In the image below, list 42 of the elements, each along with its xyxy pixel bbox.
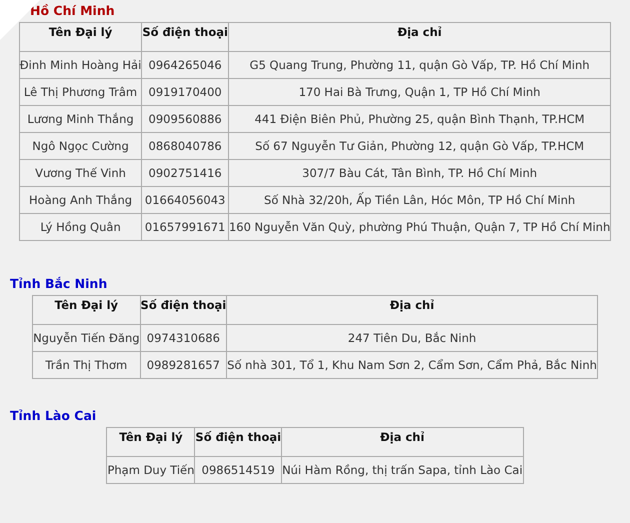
table-cell: 0986514519 bbox=[194, 456, 282, 484]
column-header: Số điện thoại bbox=[194, 428, 282, 456]
table-cell: Số Nhà 32/20h, Ấp Tiền Lân, Hóc Môn, TP Hồ Chí Minh bbox=[228, 186, 611, 214]
section-heading: Hồ Chí Minh bbox=[29, 2, 116, 20]
table-cell: Ngô Ngọc Cường bbox=[19, 132, 142, 160]
table-cell: 0974310686 bbox=[140, 324, 227, 352]
table-cell: Vương Thế Vinh bbox=[19, 160, 142, 186]
section-heading: Tỉnh Bắc Ninh bbox=[10, 275, 108, 293]
table-cell: Phạm Duy Tiến bbox=[106, 456, 195, 484]
table-cell: 0909560886 bbox=[142, 106, 228, 132]
table-cell: Trần Thị Thơm bbox=[32, 352, 140, 378]
table-cell: Hoàng Anh Thắng bbox=[19, 186, 142, 214]
table-cell: 247 Tiên Du, Bắc Ninh bbox=[226, 324, 598, 352]
table-cell: 0902751416 bbox=[142, 160, 228, 186]
table-cell: Số nhà 301, Tổ 1, Khu Nam Sơn 2, Cẩm Sơn, Cẩm Phả, Bắc Ninh bbox=[226, 352, 598, 378]
table-cell: Lý Hồng Quân bbox=[19, 214, 142, 240]
table-cell: Lương Minh Thắng bbox=[19, 106, 142, 132]
column-header: Tên Đại lý bbox=[106, 428, 195, 456]
section-heading: Tỉnh Lào Cai bbox=[10, 407, 98, 425]
table-cell: 0964265046 bbox=[142, 52, 228, 78]
table-cell: 0919170400 bbox=[142, 78, 228, 106]
table-cell: Núi Hàm Rồng, thị trấn Sapa, tỉnh Lào Cai bbox=[282, 456, 524, 484]
column-header: Địa chỉ bbox=[228, 22, 611, 52]
column-header: Số điện thoại bbox=[142, 22, 228, 52]
column-header: Số điện thoại bbox=[140, 296, 227, 324]
table-cell: 01664056043 bbox=[142, 186, 228, 214]
table-cell: 0989281657 bbox=[140, 352, 227, 378]
table-cell: Đinh Minh Hoàng Hải bbox=[19, 52, 142, 78]
table-cell: 0868040786 bbox=[142, 132, 228, 160]
column-header: Tên Đại lý bbox=[19, 22, 142, 52]
column-header: Địa chỉ bbox=[226, 296, 598, 324]
table-cell: Lê Thị Phương Trâm bbox=[19, 78, 142, 106]
table-cell: G5 Quang Trung, Phường 11, quận Gò Vấp, TP. Hồ Chí Minh bbox=[228, 52, 611, 78]
table-cell: Số 67 Nguyễn Tư Giản, Phường 12, quận Gò Vấp, TP.HCM bbox=[228, 132, 611, 160]
table-cell: Nguyễn Tiến Đăng bbox=[32, 324, 140, 352]
table-cell: 441 Điện Biên Phủ, Phường 25, quận Bình Thạnh, TP.HCM bbox=[228, 106, 611, 132]
table-cell: 307/7 Bàu Cát, Tân Bình, TP. Hồ Chí Minh bbox=[228, 160, 611, 186]
table-cell: 170 Hai Bà Trưng, Quận 1, TP Hồ Chí Minh bbox=[228, 78, 611, 106]
column-header: Địa chỉ bbox=[282, 428, 524, 456]
table-cell: 01657991671 bbox=[142, 214, 228, 240]
table-cell: 160 Nguyễn Văn Quỳ, phường Phú Thuận, Quận 7, TP Hồ Chí Minh bbox=[228, 214, 611, 240]
column-header: Tên Đại lý bbox=[32, 296, 140, 324]
